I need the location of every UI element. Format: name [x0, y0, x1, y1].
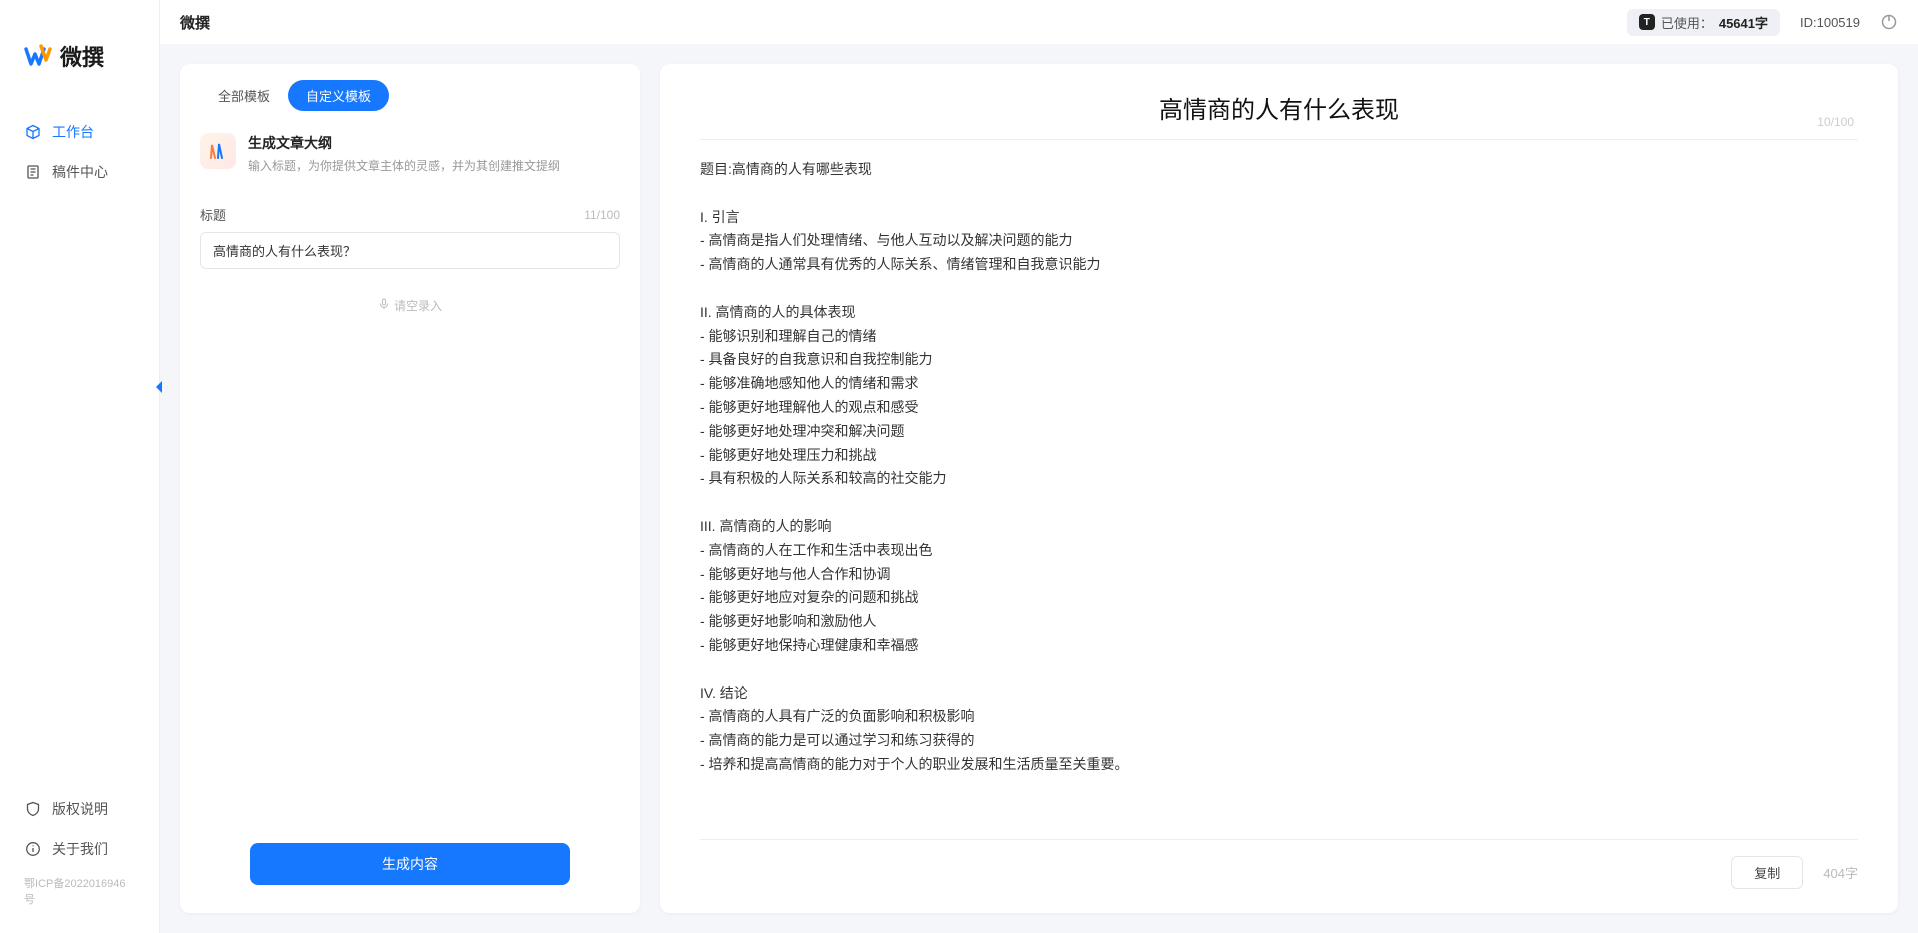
tab-all-templates[interactable]: 全部模板	[200, 80, 288, 111]
icp-text: 鄂ICP备2022016946号	[0, 869, 159, 913]
nav-item-copyright[interactable]: 版权说明	[0, 789, 159, 829]
nav: 工作台 稿件中心	[0, 112, 159, 789]
form-label-row: 标题 11/100	[200, 205, 620, 224]
output-body[interactable]: 题目:高情商的人有哪些表现 I. 引言 - 高情商是指人们处理情绪、与他人互动以…	[660, 140, 1898, 839]
voice-input-hint[interactable]: 请空录入	[180, 281, 640, 330]
logo-text: 微撰	[60, 40, 104, 72]
nav-label: 工作台	[52, 122, 94, 142]
output-title-count: 10/100	[1817, 115, 1854, 129]
sidebar-footer: 版权说明 关于我们 鄂ICP备2022016946号	[0, 789, 159, 913]
nav-label: 稿件中心	[52, 162, 108, 182]
title-input[interactable]	[200, 232, 620, 269]
main: 微撰 T 已使用： 45641字 ID:100519 全部模板 自定义模板	[160, 0, 1918, 933]
nav-label: 关于我们	[52, 839, 108, 859]
logo: 微撰	[0, 20, 159, 112]
nav-item-drafts[interactable]: 稿件中心	[0, 152, 159, 192]
text-icon: T	[1639, 14, 1655, 30]
user-id: ID:100519	[1800, 15, 1860, 30]
logo-icon	[24, 42, 52, 70]
sidebar: 微撰 工作台 稿件中心 版权说明	[0, 0, 160, 933]
template-info: 生成文章大纲 输入标题，为你提供文章主体的灵感，并为其创建推文提纲	[248, 133, 560, 175]
cube-icon	[24, 123, 42, 141]
left-spacer	[180, 330, 640, 823]
topbar: 微撰 T 已使用： 45641字 ID:100519	[160, 0, 1918, 44]
power-icon[interactable]	[1880, 13, 1898, 31]
voice-text: 请空录入	[394, 297, 442, 314]
usage-value: 45641字	[1719, 13, 1768, 32]
char-count: 11/100	[584, 208, 620, 222]
output-word-count: 404字	[1823, 863, 1858, 882]
panel-right: 高情商的人有什么表现 10/100 题目:高情商的人有哪些表现 I. 引言 - …	[660, 64, 1898, 913]
form-label: 标题	[200, 205, 226, 224]
shield-icon	[24, 800, 42, 818]
nav-item-about[interactable]: 关于我们	[0, 829, 159, 869]
generate-bar: 生成内容	[180, 823, 640, 913]
tabs: 全部模板 自定义模板	[180, 64, 640, 119]
template-card: 生成文章大纲 输入标题，为你提供文章主体的灵感，并为其创建推文提纲	[180, 119, 640, 193]
template-desc: 输入标题，为你提供文章主体的灵感，并为其创建推文提纲	[248, 157, 560, 175]
info-icon	[24, 840, 42, 858]
sidebar-collapse-handle[interactable]	[152, 378, 166, 396]
app-root: 微撰 工作台 稿件中心 版权说明	[0, 0, 1918, 933]
template-title: 生成文章大纲	[248, 133, 560, 153]
nav-label: 版权说明	[52, 799, 108, 819]
output-header: 高情商的人有什么表现 10/100	[660, 64, 1898, 135]
panel-left: 全部模板 自定义模板 生成文章大纲 输入标题，为你提供文章主体的灵感，并为其创建…	[180, 64, 640, 913]
tab-custom-template[interactable]: 自定义模板	[288, 80, 389, 111]
nav-item-workspace[interactable]: 工作台	[0, 112, 159, 152]
output-footer: 复制 404字	[660, 840, 1898, 913]
content: 全部模板 自定义模板 生成文章大纲 输入标题，为你提供文章主体的灵感，并为其创建…	[160, 44, 1918, 933]
topbar-title: 微撰	[180, 12, 210, 33]
usage-badge: T 已使用： 45641字	[1627, 9, 1780, 36]
document-icon	[24, 163, 42, 181]
topbar-right: T 已使用： 45641字 ID:100519	[1627, 9, 1898, 36]
form-section: 标题 11/100	[180, 193, 640, 281]
mic-icon	[378, 298, 390, 313]
template-icon	[200, 133, 236, 169]
copy-button[interactable]: 复制	[1731, 856, 1803, 889]
output-title: 高情商的人有什么表现	[700, 90, 1858, 125]
usage-prefix: 已使用：	[1661, 13, 1713, 32]
generate-button[interactable]: 生成内容	[250, 843, 570, 885]
